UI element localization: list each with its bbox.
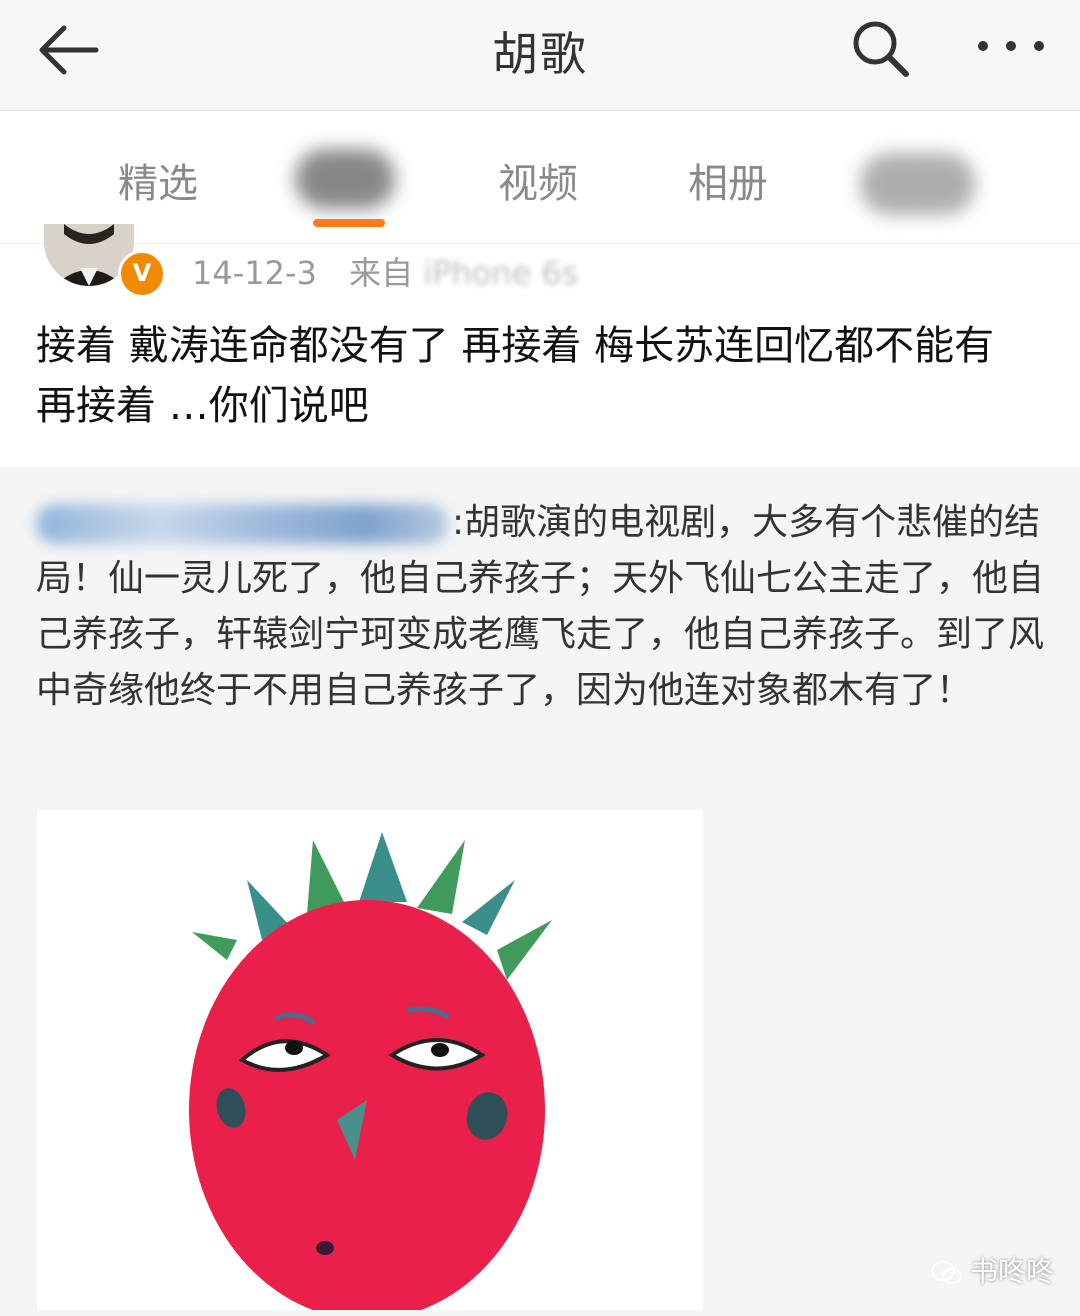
wechat-icon [931, 1261, 962, 1284]
tab-blurred[interactable] [860, 153, 975, 215]
post-text: 接着 戴涛连命都没有了 再接着 梅长苏连回忆都不能有 再接着 …你们说吧 [36, 323, 995, 429]
dragon-fruit-illustration [189, 832, 552, 1310]
leaf [417, 840, 465, 914]
more-icon[interactable] [975, 36, 1047, 56]
leaf [462, 880, 515, 935]
leaf [192, 932, 237, 960]
top-bar: 胡歌 [0, 0, 1080, 111]
post-source-prefix: 来自 [349, 254, 414, 292]
watermark: 书咚咚 [930, 1250, 1054, 1290]
profile-tabs: 精选 视频 相册 [0, 111, 1080, 244]
tab-blurred-active[interactable] [295, 149, 395, 209]
repost-author-blurred[interactable] [36, 504, 448, 544]
watermark-text: 书咚咚 [970, 1255, 1055, 1288]
mouth [316, 1241, 334, 1255]
tab-albums[interactable]: 相册 [688, 151, 768, 209]
search-icon[interactable] [848, 16, 912, 80]
repost-text-block: :胡歌演的电视剧，大多有个悲催的结局！仙一灵儿死了，他自己养孩子；天外飞仙七公主… [36, 495, 1046, 719]
post-card: V 14-12-3 来自 iPhone 6s 接着 戴涛连命都没有了 再接着 梅… [0, 224, 1080, 466]
post-date: 14-12-3 [192, 254, 317, 292]
tab-videos[interactable]: 视频 [498, 151, 578, 209]
repost-image[interactable] [37, 810, 703, 1310]
verified-badge: V [118, 250, 166, 298]
tab-featured[interactable]: 精选 [118, 151, 198, 209]
post-meta: 14-12-3 来自 iPhone 6s [192, 248, 578, 294]
page-title: 胡歌 [492, 27, 588, 81]
post-source-device: iPhone 6s [423, 254, 579, 292]
leaf [359, 832, 407, 902]
leaf [497, 920, 552, 980]
repost-card[interactable]: :胡歌演的电视剧，大多有个悲催的结局！仙一灵儿死了，他自己养孩子；天外飞仙七公主… [0, 467, 1080, 1316]
active-tab-indicator [313, 219, 385, 227]
